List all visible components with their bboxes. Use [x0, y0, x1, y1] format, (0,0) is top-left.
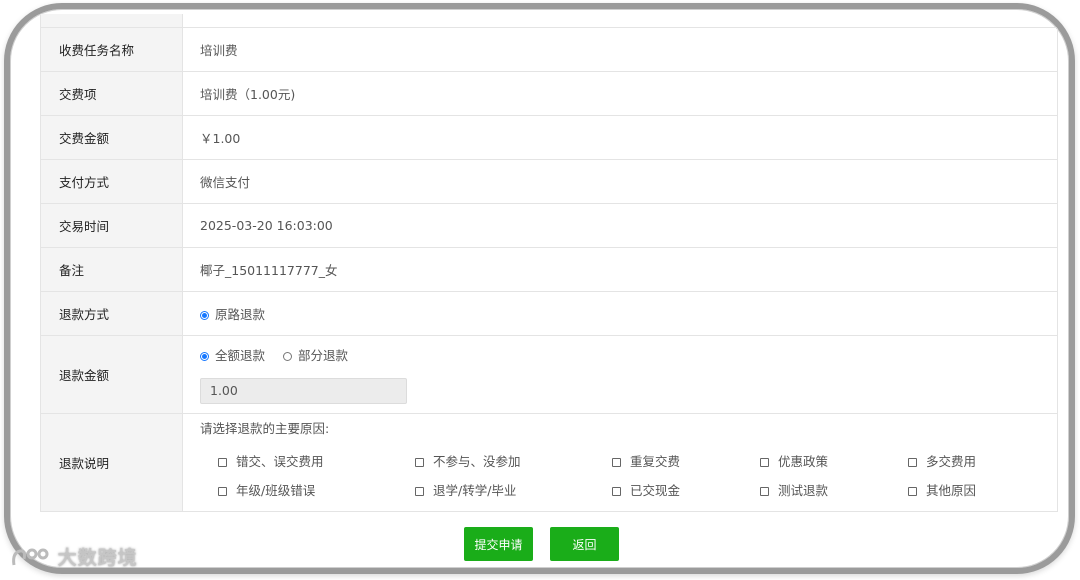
- radio-partial-refund[interactable]: 部分退款: [283, 345, 348, 364]
- row-refund-amount: 退款金额 全额退款 部分退款: [40, 335, 1058, 414]
- remark-value: 椰子_15011117777_女: [182, 247, 1058, 292]
- checkbox-icon: [218, 486, 227, 496]
- reason-label: 不参与、没参加: [433, 453, 521, 469]
- row-remark: 备注 椰子_15011117777_女: [40, 247, 1058, 292]
- checkbox-icon: [218, 457, 227, 467]
- row-refund-method: 退款方式 原路退款: [40, 291, 1058, 336]
- checkbox-icon: [612, 457, 621, 467]
- reason-checkbox-grid: 错交、误交费用 不参与、没参加 重复交费 优惠政策 多交费用 年级/班级错误 退…: [218, 451, 1057, 499]
- field-label: 收费任务名称: [40, 27, 183, 72]
- reason-checkbox-wrong-payment[interactable]: 错交、误交费用: [218, 451, 415, 470]
- field-label: 退款金额: [40, 335, 183, 414]
- field-label: 交易时间: [40, 203, 183, 248]
- checkbox-icon: [415, 486, 424, 496]
- reason-checkbox-duplicate-payment[interactable]: 重复交费: [612, 451, 760, 470]
- radio-label: 部分退款: [298, 347, 349, 363]
- field-label: 支付方式: [40, 159, 183, 204]
- refund-form: 收费任务名称 培训费 交费项 培训费（1.00元) 交费金额 ￥1.00 支付方…: [40, 14, 1058, 512]
- reason-checkbox-withdrawal[interactable]: 退学/转学/毕业: [415, 480, 612, 499]
- reason-checkbox-not-participating[interactable]: 不参与、没参加: [415, 451, 612, 470]
- checkbox-icon: [908, 457, 917, 467]
- field-label: 退款方式: [40, 291, 183, 336]
- field-label: 备注: [40, 247, 183, 292]
- watermark-logo: 大数跨境: [10, 543, 138, 570]
- reason-label: 退学/转学/毕业: [433, 482, 517, 498]
- checkbox-icon: [760, 457, 769, 467]
- reason-label: 测试退款: [778, 482, 829, 498]
- reason-label: 年级/班级错误: [236, 482, 316, 498]
- reason-checkbox-discount-policy[interactable]: 优惠政策: [760, 451, 908, 470]
- reason-checkbox-paid-cash[interactable]: 已交现金: [612, 480, 760, 499]
- reason-checkbox-overpaid[interactable]: 多交费用: [908, 451, 1028, 470]
- submit-application-button[interactable]: 提交申请: [464, 527, 533, 561]
- trade-time-value: 2025-03-20 16:03:00: [182, 203, 1058, 248]
- radio-full-refund[interactable]: 全额退款: [200, 345, 265, 364]
- reason-label: 多交费用: [926, 453, 977, 469]
- field-label: 退款说明: [40, 413, 183, 512]
- row-fee-item: 交费项 培训费（1.00元): [40, 71, 1058, 116]
- radio-unselected-icon: [283, 351, 292, 361]
- checkbox-icon: [415, 457, 424, 467]
- back-button[interactable]: 返回: [550, 527, 619, 561]
- fee-amount-value: ￥1.00: [182, 115, 1058, 160]
- task-name-value: 培训费: [182, 27, 1058, 72]
- row-payment-method: 支付方式 微信支付: [40, 159, 1058, 204]
- checkbox-icon: [908, 486, 917, 496]
- checkbox-icon: [612, 486, 621, 496]
- refund-form-table: 收费任务名称 培训费 交费项 培训费（1.00元) 交费金额 ￥1.00 支付方…: [40, 14, 1058, 512]
- fee-item-value: 培训费（1.00元): [182, 71, 1058, 116]
- radio-label: 全额退款: [215, 347, 266, 363]
- refund-amount-input[interactable]: [200, 377, 407, 404]
- radio-original-route[interactable]: 原路退款: [200, 304, 265, 323]
- reason-prompt: 请选择退款的主要原因:: [200, 420, 330, 436]
- watermark-text: 大数跨境: [57, 547, 138, 569]
- radio-label: 原路退款: [215, 306, 266, 322]
- reason-checkbox-test-refund[interactable]: 测试退款: [760, 480, 908, 499]
- reason-label: 错交、误交费用: [236, 453, 324, 469]
- row-refund-description: 退款说明 请选择退款的主要原因: 错交、误交费用 不参与、没参加 重复交费 优惠…: [40, 413, 1058, 512]
- field-label: 交费项: [40, 71, 183, 116]
- screenshot-frame: 收费任务名称 培训费 交费项 培训费（1.00元) 交费金额 ￥1.00 支付方…: [4, 3, 1075, 574]
- radio-selected-icon: [200, 310, 209, 320]
- reason-checkbox-other[interactable]: 其他原因: [908, 480, 1028, 499]
- reason-label: 优惠政策: [778, 453, 829, 469]
- reason-checkbox-wrong-grade-class[interactable]: 年级/班级错误: [218, 480, 415, 499]
- watermark-icon: [12, 548, 49, 566]
- row-trade-time: 交易时间 2025-03-20 16:03:00: [40, 203, 1058, 248]
- field-label: 交费金额: [40, 115, 183, 160]
- checkbox-icon: [760, 486, 769, 496]
- reason-label: 已交现金: [630, 482, 681, 498]
- radio-selected-icon: [200, 351, 209, 361]
- reason-label: 其他原因: [926, 482, 977, 498]
- row-fee-amount: 交费金额 ￥1.00: [40, 115, 1058, 160]
- payment-method-value: 微信支付: [182, 159, 1058, 204]
- reason-label: 重复交费: [630, 453, 681, 469]
- row-task-name: 收费任务名称 培训费: [40, 27, 1058, 72]
